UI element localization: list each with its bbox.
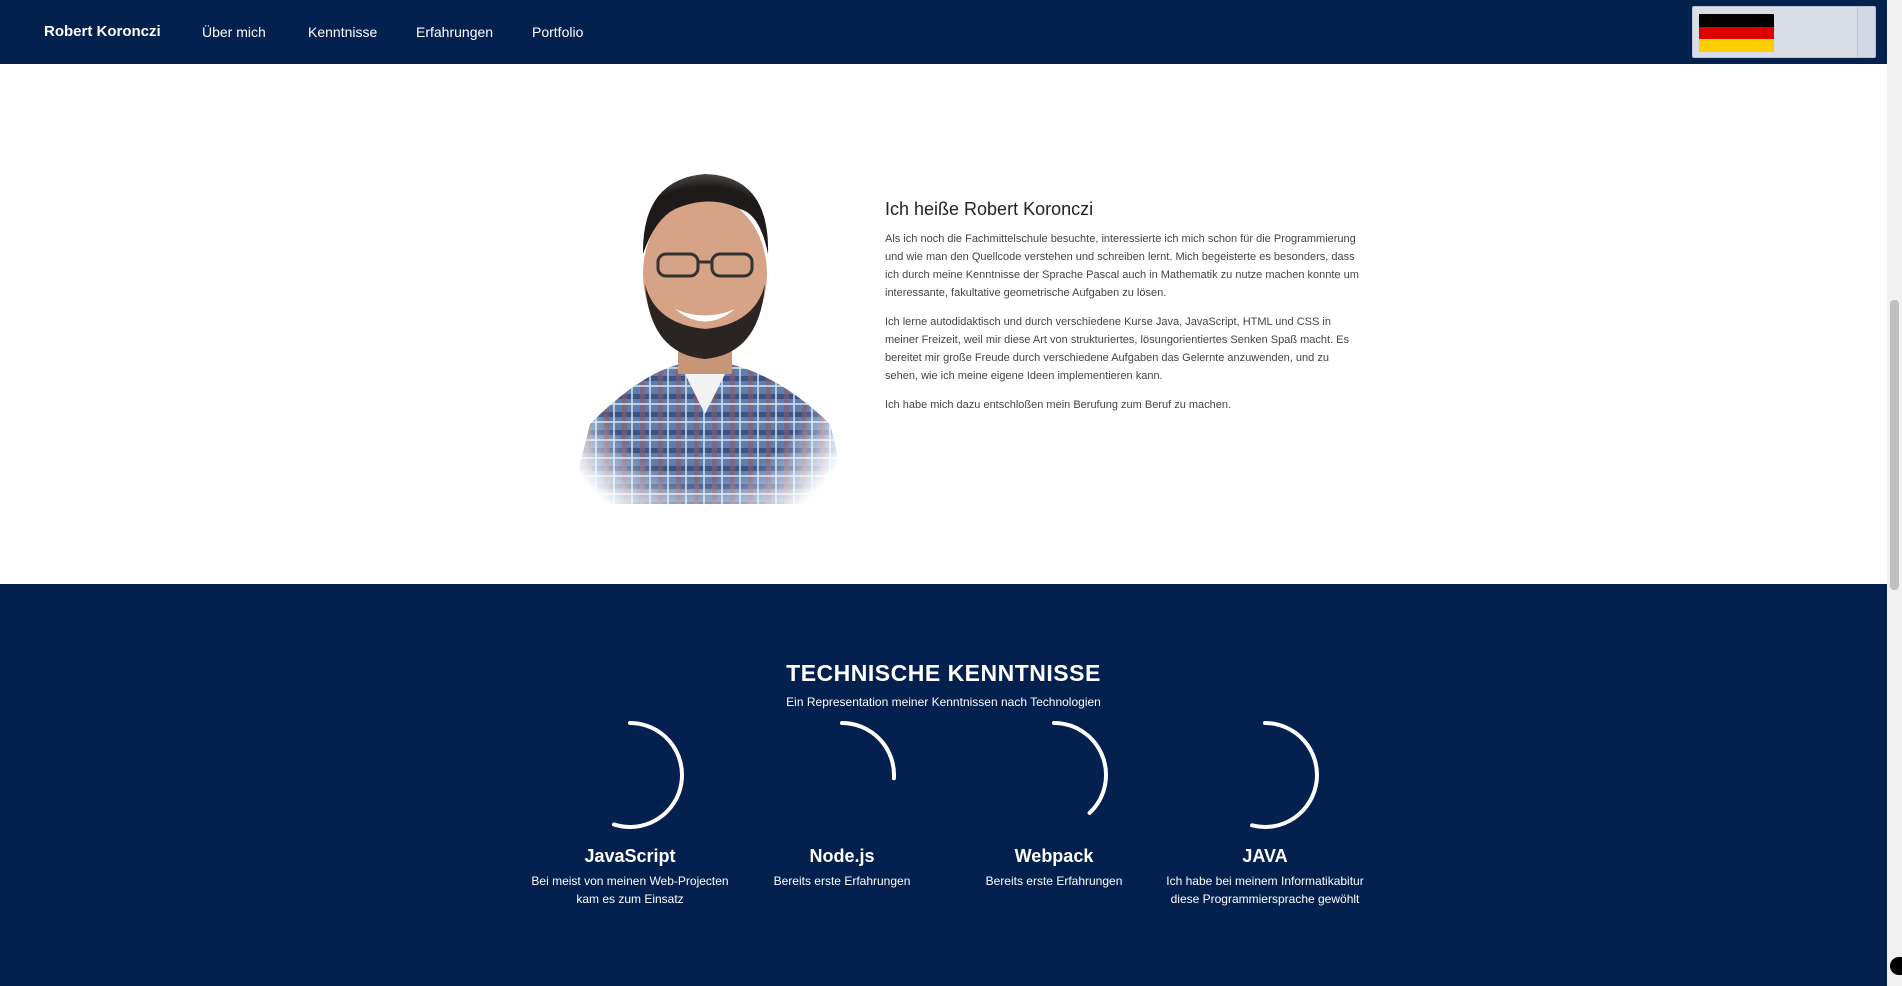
skill-name: Node.js	[809, 846, 875, 866]
about-section: Ich heiße Robert Koronczi Als ich noch d…	[0, 64, 1887, 584]
brand-link[interactable]: Robert Koronczi	[44, 23, 161, 40]
language-select[interactable]	[1692, 6, 1876, 58]
skill-description: Bereits erste Erfahrungen	[985, 874, 1123, 888]
skills-title: TECHNISCHE KENNTNISSE	[786, 660, 1101, 686]
skill-progress-ring	[1250, 721, 1319, 829]
skill-description: Bereits erste Erfahrungen	[773, 874, 911, 888]
skills-subtitle: Ein Representation meiner Kenntnissen na…	[786, 695, 1101, 709]
scrollbar-thumb[interactable]	[1890, 300, 1899, 590]
about-paragraph-3: Ich habe mich dazu entschloßen mein Beru…	[885, 399, 1232, 411]
flag-germany-icon	[1699, 14, 1774, 52]
skill-webpack: Webpack Bereits erste Erfahrungen	[954, 720, 1154, 890]
nav-link-ueber-mich[interactable]: Über mich	[202, 24, 266, 40]
skills-section: TECHNISCHE KENNTNISSE Ein Representation…	[0, 584, 1887, 986]
about-paragraph-2: Ich lerne autodidaktisch und durch versc…	[885, 316, 1350, 382]
about-text: Ich heiße Robert Koronczi Als ich noch d…	[885, 199, 1360, 425]
skill-name: JAVA	[1242, 846, 1288, 866]
chat-widget-icon[interactable]	[1890, 957, 1902, 975]
nav-link-kenntnisse[interactable]: Kenntnisse	[308, 24, 377, 40]
skill-progress-ring	[1052, 721, 1108, 815]
skill-java: JAVA Ich habe bei meinem Informatikabitu…	[1165, 720, 1365, 908]
nav-link-erfahrungen[interactable]: Erfahrungen	[416, 24, 493, 40]
skill-name: Webpack	[1014, 846, 1094, 866]
select-caret[interactable]	[1857, 7, 1875, 57]
skill-javascript: JavaScript Bei meist von meinen Web-Proj…	[530, 720, 730, 908]
skill-name: JavaScript	[584, 846, 676, 866]
skill-description: Ich habe bei meinem Informatikabitur dies…	[1166, 874, 1364, 906]
skill-progress-ring	[840, 721, 896, 781]
about-paragraph-1: Als ich noch die Fachmittelschule besuch…	[885, 233, 1359, 299]
about-title: Ich heiße Robert Koronczi	[885, 199, 1094, 219]
skill-description: Bei meist von meinen Web-Projecten kam es…	[531, 874, 729, 906]
skill-nodejs: Node.js Bereits erste Erfahrungen	[742, 720, 942, 890]
nav-link-portfolio[interactable]: Portfolio	[532, 24, 583, 40]
vertical-scrollbar[interactable]	[1887, 0, 1902, 986]
skill-progress-ring	[611, 721, 684, 829]
navbar: Robert Koronczi Über mich Kenntnisse Erf…	[0, 0, 1887, 64]
profile-photo	[550, 124, 860, 504]
